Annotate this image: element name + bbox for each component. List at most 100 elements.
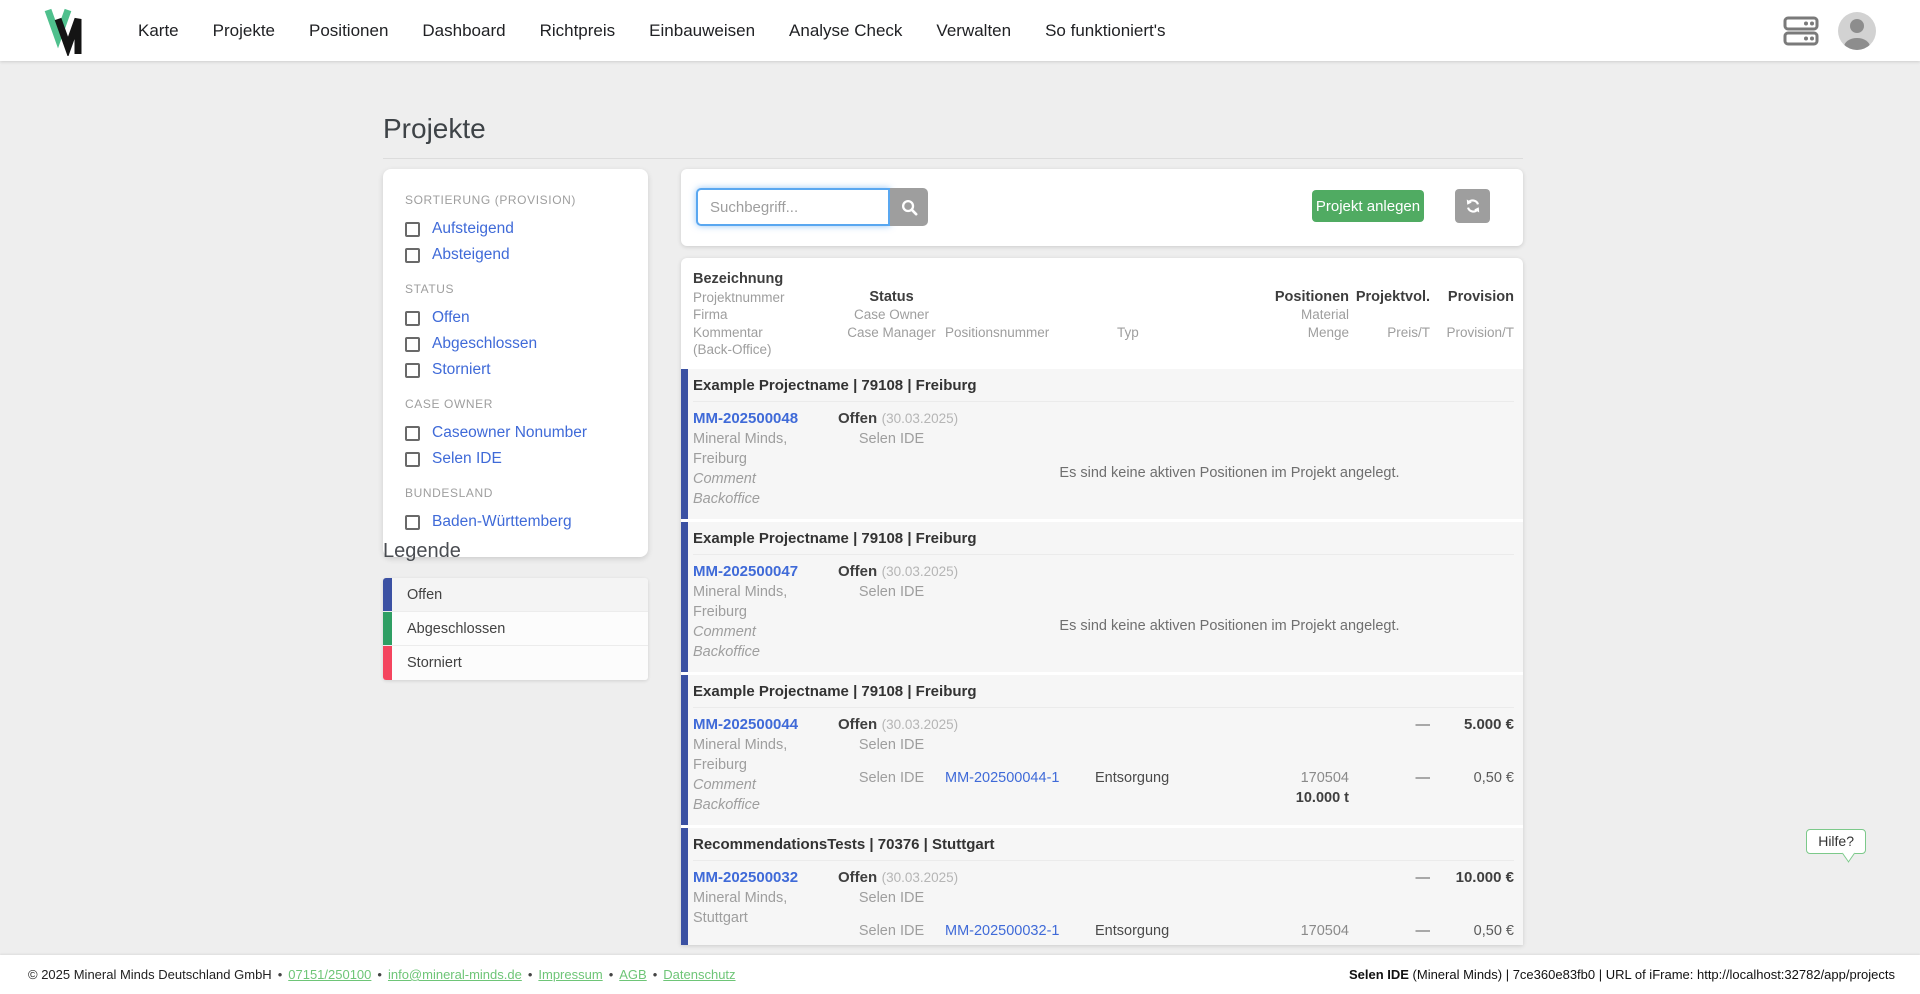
footer-email-link[interactable]: info@mineral-minds.de [388, 967, 522, 982]
footer-datenschutz-link[interactable]: Datenschutz [663, 967, 735, 982]
filter-option-baden-wuerttemberg[interactable]: Baden-Württemberg [405, 509, 626, 535]
no-positions-message: Es sind keine aktiven Positionen im Proj… [1059, 464, 1400, 481]
table-header: Bezeichnung Projektnummer Firma Kommenta… [681, 258, 1523, 369]
project-city: Stuttgart [693, 909, 748, 926]
position-number-link[interactable]: MM-202500044-1 [945, 770, 1059, 786]
position-material: 170504 [1300, 922, 1349, 939]
checkbox-icon[interactable] [405, 451, 420, 467]
legend-item-offen: Offen [383, 578, 648, 612]
user-avatar[interactable] [1838, 11, 1876, 50]
footer-phone-link[interactable]: 07151/250100 [288, 967, 371, 982]
main-nav: Karte Projekte Positionen Dashboard Rich… [138, 0, 1200, 61]
footer-agb-link[interactable]: AGB [619, 967, 646, 982]
filter-option-storniert[interactable]: Storniert [405, 357, 626, 383]
project-company: Mineral Minds, [693, 430, 788, 447]
project-comment: Comment [693, 470, 756, 487]
mineral-minds-logo-icon[interactable] [44, 8, 86, 58]
nav-item-einbauweisen[interactable]: Einbauweisen [649, 21, 755, 41]
projects-toolbar: Projekt anlegen [681, 169, 1523, 246]
status-label: Offen [838, 715, 878, 733]
nav-item-analyse-check[interactable]: Analyse Check [789, 21, 902, 41]
project-number-link[interactable]: MM-202500047 [693, 562, 838, 582]
legend-item-storniert: Storniert [383, 646, 648, 680]
project-preis-t: — [1415, 716, 1431, 733]
project-row: Example Projectname | 79108 | Freiburg M… [681, 368, 1523, 519]
legend-title: Legende [383, 540, 461, 562]
nav-item-dashboard[interactable]: Dashboard [422, 21, 505, 41]
project-title: RecommendationsTests | 70376 | Stuttgart [693, 828, 1514, 861]
checkbox-icon[interactable] [405, 336, 420, 352]
status-bar-offen [681, 368, 688, 519]
col-projektnummer: Projektnummer [693, 289, 785, 305]
refresh-button[interactable] [1455, 189, 1490, 223]
search-icon [901, 199, 917, 215]
col-bezeichnung: Bezeichnung [693, 271, 784, 287]
title-divider [383, 158, 1523, 159]
status-bar-offen [681, 827, 688, 945]
position-provision-t: 0,50 € [1473, 769, 1514, 786]
legend-color-storniert [383, 646, 392, 680]
nav-item-so-funktionierts[interactable]: So funktioniert's [1045, 21, 1165, 41]
status-bar-offen [681, 674, 688, 825]
checkbox-icon[interactable] [405, 425, 420, 441]
filter-option-aufsteigend[interactable]: Aufsteigend [405, 216, 626, 242]
nav-item-verwalten[interactable]: Verwalten [936, 21, 1011, 41]
case-owner: Selen IDE [858, 430, 925, 447]
filter-option-offen[interactable]: Offen [405, 305, 626, 331]
col-provision-t: Provision/T [1446, 324, 1514, 340]
nav-item-karte[interactable]: Karte [138, 21, 179, 41]
checkbox-icon[interactable] [405, 362, 420, 378]
col-typ: Typ [1117, 324, 1139, 340]
nav-item-positionen[interactable]: Positionen [309, 21, 388, 41]
help-button[interactable]: Hilfe? [1806, 829, 1866, 854]
legend-item-abgeschlossen: Abgeschlossen [383, 612, 648, 646]
filter-option-caseowner-nonumber[interactable]: Caseowner Nonumber [405, 420, 626, 446]
server-status-icon[interactable] [1782, 13, 1820, 49]
checkbox-icon[interactable] [405, 221, 420, 237]
project-company: Mineral Minds, [693, 583, 788, 600]
project-city: Freiburg [693, 756, 747, 773]
footer: © 2025 Mineral Minds Deutschland GmbH • … [0, 955, 1920, 994]
position-typ: Entsorgung [1095, 769, 1170, 786]
project-city: Freiburg [693, 603, 747, 620]
col-status: Status [869, 288, 914, 305]
position-material: 170504 [1300, 769, 1349, 786]
position-row: Selen IDE MM-202500044-1 Entsorgung 1705… [838, 768, 1514, 808]
col-menge: Menge [1307, 324, 1349, 340]
filter-section-case-owner: CASE OWNER [405, 397, 494, 411]
checkbox-icon[interactable] [405, 310, 420, 326]
filter-option-selen-ide[interactable]: Selen IDE [405, 446, 626, 472]
project-company: Mineral Minds, [693, 736, 788, 753]
project-backoffice: Backoffice [693, 490, 760, 507]
case-owner: Selen IDE [858, 889, 925, 906]
checkbox-icon[interactable] [405, 247, 420, 263]
search-button[interactable] [890, 188, 928, 226]
status-bar-offen [681, 521, 688, 672]
case-owner: Selen IDE [858, 583, 925, 600]
checkbox-icon[interactable] [405, 514, 420, 530]
footer-impressum-link[interactable]: Impressum [538, 967, 602, 982]
project-provision: 5.000 € [1463, 715, 1514, 733]
position-menge: 10.000 t [1223, 941, 1349, 946]
project-number-link[interactable]: MM-202500044 [693, 715, 838, 735]
create-project-button[interactable]: Projekt anlegen [1312, 190, 1424, 222]
position-preis-t: — [1415, 769, 1431, 786]
filter-section-status: STATUS [405, 282, 455, 296]
filter-option-abgeschlossen[interactable]: Abgeschlossen [405, 331, 626, 357]
col-positionen: Positionen [1274, 288, 1349, 305]
case-owner: Selen IDE [858, 736, 925, 753]
project-number-link[interactable]: MM-202500032 [693, 868, 838, 888]
nav-item-projekte[interactable]: Projekte [213, 21, 275, 41]
status-label: Offen [838, 562, 878, 580]
col-preis-t: Preis/T [1387, 324, 1430, 340]
search-input[interactable] [696, 188, 890, 226]
status-label: Offen [838, 868, 878, 886]
nav-item-richtpreis[interactable]: Richtpreis [540, 21, 616, 41]
project-number-link[interactable]: MM-202500048 [693, 409, 838, 429]
filter-option-absteigend[interactable]: Absteigend [405, 242, 626, 268]
project-comment: Comment [693, 776, 756, 793]
col-case-owner: Case Owner [853, 307, 930, 322]
position-number-link[interactable]: MM-202500032-1 [945, 923, 1059, 939]
project-company: Mineral Minds, [693, 889, 788, 906]
legend-color-offen [383, 578, 392, 611]
